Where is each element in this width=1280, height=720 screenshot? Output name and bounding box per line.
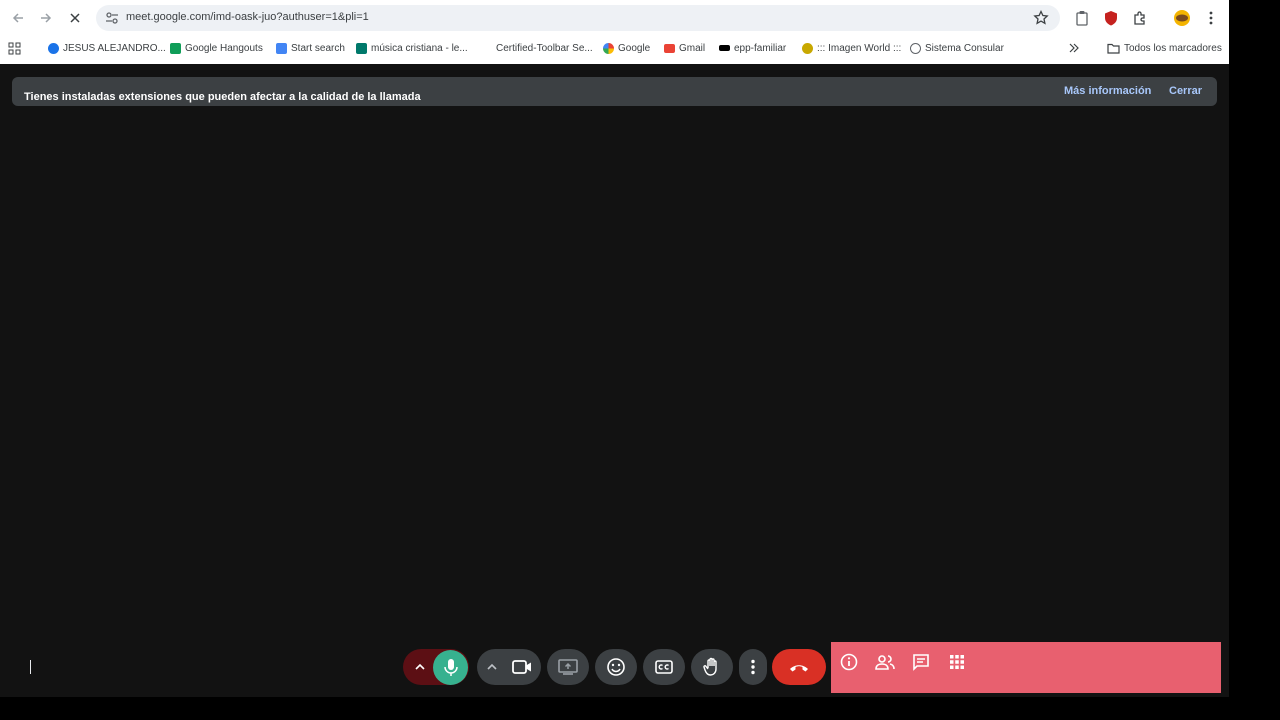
bookmark-item[interactable]: ::: Imagen World :::	[802, 40, 901, 56]
camera-icon[interactable]	[511, 657, 533, 677]
microphone-icon	[443, 658, 458, 676]
bookmark-item[interactable]: Google Hangouts	[170, 40, 263, 56]
bookmark-item[interactable]: música cristiana - le...	[356, 40, 468, 56]
browser-menu-icon[interactable]	[1202, 9, 1220, 27]
search-favicon-icon	[276, 42, 287, 54]
more-vert-icon	[751, 659, 755, 675]
stop-loading-icon[interactable]	[65, 8, 85, 28]
address-bar[interactable]: meet.google.com/imd-oask-juo?authuser=1&…	[96, 5, 1060, 31]
apps-grid-icon[interactable]	[8, 40, 21, 56]
chevron-up-icon[interactable]	[485, 660, 499, 674]
captions-button[interactable]	[643, 649, 685, 685]
people-icon[interactable]	[875, 652, 895, 672]
microphone-button[interactable]	[433, 650, 468, 685]
bookmark-item[interactable]: Gmail	[664, 40, 705, 56]
meeting-info-icon[interactable]	[839, 652, 859, 672]
bookmarks-bar: JESUS ALEJANDRO... Google Hangouts Start…	[0, 37, 1229, 57]
blank-favicon-icon	[481, 42, 492, 54]
bookmark-item[interactable]: Google	[603, 40, 650, 56]
wix-favicon-icon	[719, 45, 730, 51]
raise-hand-button[interactable]	[691, 649, 733, 685]
extensions-warning-banner: Tienes instaladas extensiones que pueden…	[12, 77, 1217, 106]
more-options-button[interactable]	[739, 649, 767, 685]
browser-window: meet.google.com/imd-oask-juo?authuser=1&…	[0, 0, 1229, 697]
bookmark-item[interactable]: Sistema Consular	[910, 40, 1004, 56]
present-screen-icon	[558, 659, 578, 675]
extensions-puzzle-icon[interactable]	[1131, 9, 1149, 27]
clipboard-extension-icon[interactable]	[1073, 9, 1091, 27]
seal-favicon-icon	[910, 42, 921, 54]
bookmark-item[interactable]: JESUS ALEJANDRO...	[48, 40, 166, 56]
bookmark-star-icon[interactable]	[1032, 9, 1050, 27]
activities-grid-icon[interactable]	[947, 652, 967, 672]
bookmark-item[interactable]: epp-familiar	[719, 40, 786, 56]
bookmark-item[interactable]: Certified-Toolbar Se...	[481, 40, 593, 56]
leave-call-button[interactable]	[772, 649, 826, 685]
side-panel-controls	[831, 642, 1221, 693]
more-bookmarks-icon[interactable]	[1069, 40, 1079, 56]
refresh-favicon-icon	[48, 42, 59, 54]
reactions-button[interactable]	[595, 649, 637, 685]
bookmark-item[interactable]: Start search	[276, 40, 345, 56]
chevron-up-icon[interactable]	[413, 660, 427, 674]
gmail-favicon-icon	[664, 43, 675, 53]
folder-icon	[1107, 43, 1120, 54]
url-text[interactable]: meet.google.com/imd-oask-juo?authuser=1&…	[126, 11, 369, 23]
text-cursor	[30, 660, 31, 674]
back-icon[interactable]	[8, 8, 28, 28]
banner-message: Tienes instaladas extensiones que pueden…	[24, 91, 421, 103]
all-bookmarks-folder[interactable]: Todos los marcadores	[1107, 40, 1222, 56]
profile-avatar-icon[interactable]	[1173, 9, 1191, 27]
captions-icon	[655, 660, 673, 674]
emoji-icon	[607, 658, 625, 676]
imagen-favicon-icon	[802, 42, 813, 54]
google-favicon-icon	[603, 42, 614, 54]
more-info-link[interactable]: Más información	[1064, 85, 1151, 97]
browser-toolbar: meet.google.com/imd-oask-juo?authuser=1&…	[0, 0, 1229, 64]
camera-options-group[interactable]	[477, 649, 541, 685]
shield-extension-icon[interactable]	[1102, 9, 1120, 27]
music-favicon-icon	[356, 42, 367, 54]
hangouts-favicon-icon	[170, 42, 181, 54]
site-settings-icon[interactable]	[104, 10, 120, 26]
raise-hand-icon	[703, 657, 717, 676]
chat-icon[interactable]	[911, 652, 931, 672]
close-banner-link[interactable]: Cerrar	[1169, 85, 1202, 97]
present-screen-button[interactable]	[547, 649, 589, 685]
hang-up-icon	[790, 665, 808, 672]
forward-icon[interactable]	[36, 8, 56, 28]
